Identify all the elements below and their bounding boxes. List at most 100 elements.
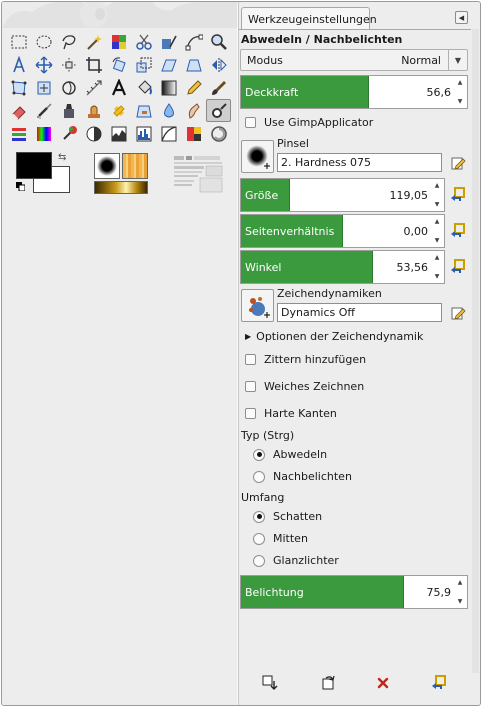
size-spin-arrows[interactable]: ▲ ▼: [432, 182, 442, 208]
chevron-down-icon[interactable]: ▼: [448, 50, 467, 70]
tool-zoom[interactable]: [206, 30, 231, 53]
default-colors-icon[interactable]: [16, 182, 25, 191]
swap-colors-icon[interactable]: ⇆: [58, 152, 66, 163]
tool-color-balance[interactable]: [6, 122, 31, 145]
tool-clone[interactable]: [81, 99, 106, 122]
tool-alignment[interactable]: [56, 53, 81, 76]
tool-unified-transform[interactable]: [31, 76, 56, 99]
spin-up-icon[interactable]: ▲: [435, 254, 440, 261]
panel-scrollbar[interactable]: [472, 29, 479, 673]
brush-name-field[interactable]: 2. Hardness 075: [277, 153, 442, 172]
tool-lasso[interactable]: [56, 30, 81, 53]
tool-crop[interactable]: [81, 53, 106, 76]
radio-burn-row[interactable]: Nachbelichten: [253, 470, 352, 483]
tool-shear[interactable]: [156, 53, 181, 76]
tool-text[interactable]: [106, 76, 131, 99]
save-options-button[interactable]: [261, 674, 279, 692]
tool-warp-transform[interactable]: [56, 76, 81, 99]
radio-dodge-row[interactable]: Abwedeln: [253, 448, 327, 461]
radio-burn[interactable]: [253, 470, 265, 483]
tool-hue-saturation[interactable]: [31, 122, 56, 145]
tool-text-align[interactable]: [6, 53, 31, 76]
radio-shadows-row[interactable]: Schatten: [253, 510, 322, 523]
radio-highlights[interactable]: [253, 554, 265, 567]
tool-curves[interactable]: [156, 122, 181, 145]
spin-down-icon[interactable]: ▼: [458, 598, 463, 605]
aspect-slider[interactable]: Seitenverhältnis 0,00 ▲ ▼: [240, 214, 445, 248]
tool-cage-transform[interactable]: [6, 76, 31, 99]
foreground-color[interactable]: [16, 152, 52, 179]
dynamics-name-field[interactable]: Dynamics Off: [277, 303, 442, 322]
radio-midtones-row[interactable]: Mitten: [253, 532, 308, 545]
opacity-slider[interactable]: Deckkraft 56,6 ▲ ▼: [240, 75, 468, 109]
use-applicator-row[interactable]: Use GimpApplicator: [245, 116, 373, 129]
radio-midtones[interactable]: [253, 532, 265, 545]
tab-menu-icon[interactable]: ◀: [455, 11, 468, 24]
exposure-spin-arrows[interactable]: ▲ ▼: [455, 579, 465, 605]
spin-up-icon[interactable]: ▲: [458, 579, 463, 586]
spin-down-icon[interactable]: ▼: [458, 98, 463, 105]
restore-options-button[interactable]: [319, 674, 337, 692]
angle-spin-arrows[interactable]: ▲ ▼: [432, 254, 442, 280]
tool-blur[interactable]: [156, 99, 181, 122]
tool-pencil[interactable]: [181, 76, 206, 99]
reset-size-icon[interactable]: [450, 186, 466, 204]
edit-brush-icon[interactable]: [450, 155, 466, 171]
dynamics-select-button[interactable]: [241, 289, 274, 322]
tool-airbrush[interactable]: [31, 99, 56, 122]
spin-down-icon[interactable]: ▼: [435, 201, 440, 208]
opacity-spin-arrows[interactable]: ▲ ▼: [455, 79, 465, 105]
radio-shadows[interactable]: [253, 510, 265, 523]
tool-heal[interactable]: [106, 99, 131, 122]
tool-desaturate[interactable]: [206, 122, 231, 145]
tool-paths[interactable]: [181, 30, 206, 53]
hard-edges-row[interactable]: Harte Kanten: [245, 407, 337, 420]
spin-up-icon[interactable]: ▲: [458, 79, 463, 86]
spin-down-icon[interactable]: ▼: [435, 237, 440, 244]
smooth-checkbox[interactable]: [245, 381, 256, 392]
tool-foreground-select[interactable]: [156, 30, 181, 53]
tool-perspective[interactable]: [181, 53, 206, 76]
jitter-row[interactable]: Zittern hinzufügen: [245, 353, 366, 366]
tab-tool-options[interactable]: Werkzeugeinstellungen: [241, 7, 377, 30]
tool-scissors-select[interactable]: [131, 30, 156, 53]
edit-dynamics-icon[interactable]: [450, 305, 466, 321]
tool-ink[interactable]: [56, 99, 81, 122]
tool-flip[interactable]: [206, 53, 231, 76]
wilber-drop-area[interactable]: [2, 2, 237, 28]
tool-bucket-fill[interactable]: [131, 76, 156, 99]
tool-dodge-burn[interactable]: [206, 99, 231, 122]
tool-posterize[interactable]: [181, 122, 206, 145]
tool-perspective-clone[interactable]: [131, 99, 156, 122]
tool-eraser[interactable]: [6, 99, 31, 122]
angle-slider[interactable]: Winkel 53,56 ▲ ▼: [240, 250, 445, 284]
dynamics-options-expander[interactable]: ▶ Optionen der Zeichendynamik: [245, 330, 423, 343]
reset-angle-icon[interactable]: [450, 258, 466, 276]
delete-options-button[interactable]: [374, 674, 392, 692]
spin-up-icon[interactable]: ▲: [435, 218, 440, 225]
tool-colorize[interactable]: [56, 122, 81, 145]
active-image-thumbnail[interactable]: [172, 154, 224, 194]
jitter-checkbox[interactable]: [245, 354, 256, 365]
tool-threshold[interactable]: [106, 122, 131, 145]
tool-scale[interactable]: [131, 53, 156, 76]
exposure-slider[interactable]: Belichtung 75,9 ▲ ▼: [240, 575, 468, 609]
tool-rotate[interactable]: [106, 53, 131, 76]
active-gradient-preview[interactable]: [94, 181, 148, 194]
brush-select-button[interactable]: [241, 140, 274, 173]
reset-aspect-icon[interactable]: [450, 222, 466, 240]
aspect-spin-arrows[interactable]: ▲ ▼: [432, 218, 442, 244]
tool-blend[interactable]: [156, 76, 181, 99]
tool-color-select[interactable]: [106, 30, 131, 53]
hard-edges-checkbox[interactable]: [245, 408, 256, 419]
tool-move[interactable]: [31, 53, 56, 76]
spin-down-icon[interactable]: ▼: [435, 273, 440, 280]
tool-smudge[interactable]: [181, 99, 206, 122]
tool-rect-select[interactable]: [6, 30, 31, 53]
smooth-row[interactable]: Weiches Zeichnen: [245, 380, 364, 393]
radio-dodge[interactable]: [253, 448, 265, 461]
radio-highlights-row[interactable]: Glanzlichter: [253, 554, 339, 567]
tool-fuzzy-select[interactable]: [81, 30, 106, 53]
use-applicator-checkbox[interactable]: [245, 117, 256, 128]
tool-measure[interactable]: [81, 76, 106, 99]
